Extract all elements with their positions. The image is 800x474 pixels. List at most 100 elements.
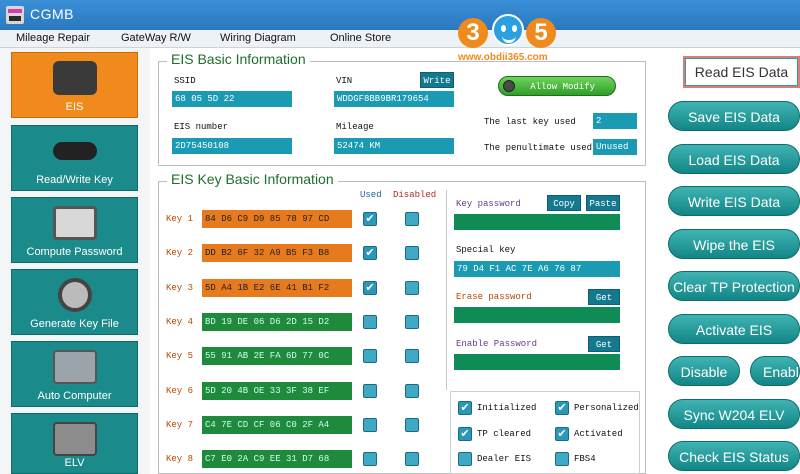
used-column-header: Used [360, 190, 382, 200]
menu-wiring-diagram[interactable]: Wiring Diagram [220, 32, 296, 44]
key-3-disabled-checkbox[interactable] [405, 281, 419, 295]
sidebar-item-label: ELV [64, 457, 85, 469]
eis-number-field[interactable]: 2D75450108 [172, 138, 292, 154]
key-5-disabled-checkbox[interactable] [405, 349, 419, 363]
flag-fbs4-checkbox[interactable] [555, 452, 569, 466]
sync-w204-elv-button[interactable]: Sync W204 ELV [668, 399, 800, 429]
key-1-label: Key 1 [166, 214, 194, 224]
special-key-label: Special key [456, 245, 516, 255]
group-title: EIS Basic Information [167, 51, 310, 67]
allow-modify-toggle[interactable]: Allow Modify [498, 76, 616, 96]
key-5-value-field[interactable]: 55 91 AB 2E FA 6D 77 0C [202, 347, 352, 365]
load-eis-data-button[interactable]: Load EIS Data [668, 144, 800, 174]
flag-tp-cleared-checkbox[interactable]: ✔ [458, 427, 472, 441]
flag-label: Activated [574, 429, 623, 439]
flag-activated-checkbox[interactable]: ✔ [555, 427, 569, 441]
key-3-used-checkbox[interactable]: ✔ [363, 281, 377, 295]
mileage-field[interactable]: 52474 KM [334, 138, 454, 154]
disable-button[interactable]: Disable [668, 356, 740, 386]
erase-password-field[interactable] [454, 307, 620, 323]
key-8-disabled-checkbox[interactable] [405, 452, 419, 466]
last-key-label: The last key used [484, 117, 576, 127]
menu-gateway-rw[interactable]: GateWay R/W [121, 32, 191, 44]
key-password-field[interactable] [454, 214, 620, 230]
key-password-label: Key password [456, 199, 521, 209]
steering-lock-icon [57, 278, 92, 312]
penultimate-key-label: The penultimate used [484, 143, 593, 153]
logo-digit-3: 3 [458, 18, 488, 48]
paste-button[interactable]: Paste [586, 195, 620, 211]
key-8-used-checkbox[interactable] [363, 452, 377, 466]
sidebar-item-generate-key-file[interactable]: Generate Key File [11, 269, 138, 335]
logo-watermark: 3 5 www.obdii365.com [458, 6, 558, 66]
sidebar-item-label: EIS [65, 101, 84, 113]
key-6-label: Key 6 [166, 386, 194, 396]
key-5-used-checkbox[interactable] [363, 349, 377, 363]
get-enable-password-button[interactable]: Get [588, 336, 620, 352]
menu-mileage-repair[interactable]: Mileage Repair [16, 32, 90, 44]
key-1-used-checkbox[interactable]: ✔ [363, 212, 377, 226]
wipe-eis-button[interactable]: Wipe the EIS [668, 229, 800, 259]
enable-button[interactable]: Enable [750, 356, 800, 386]
write-vin-button[interactable]: Write [420, 72, 454, 88]
penultimate-key-field[interactable]: Unused [593, 139, 637, 155]
key-7-value-field[interactable]: C4 7E CD CF 06 C0 2F A4 [202, 416, 352, 434]
flag-personalized-checkbox[interactable]: ✔ [555, 401, 569, 415]
special-key-field[interactable]: 79 D4 F1 AC 7E A6 76 87 [454, 261, 620, 277]
key-4-label: Key 4 [166, 317, 194, 327]
vin-label: VIN [336, 76, 353, 86]
activate-eis-button[interactable]: Activate EIS [668, 314, 800, 344]
ssid-field[interactable]: 68 05 5D 22 [172, 91, 292, 107]
get-erase-password-button[interactable]: Get [588, 289, 620, 305]
key-6-disabled-checkbox[interactable] [405, 384, 419, 398]
elv-module-icon [52, 422, 97, 456]
ssid-label: SSID [174, 76, 196, 86]
check-eis-status-button[interactable]: Check EIS Status [668, 441, 800, 471]
key-6-value-field[interactable]: 5D 20 4B OE 33 3F 38 EF [202, 382, 352, 400]
sidebar-item-label: Generate Key File [30, 318, 119, 330]
flag-label: TP cleared [477, 429, 532, 439]
menu-online-store[interactable]: Online Store [330, 32, 391, 44]
write-eis-data-button[interactable]: Write EIS Data [668, 186, 800, 216]
key-3-value-field[interactable]: 5D A4 1B E2 6E 41 B1 F2 [202, 279, 352, 297]
smiley-face-icon [492, 14, 524, 46]
sidebar-item-read-write-key[interactable]: Read/Write Key [11, 125, 138, 191]
key-3-label: Key 3 [166, 283, 194, 293]
key-2-disabled-checkbox[interactable] [405, 246, 419, 260]
key-4-disabled-checkbox[interactable] [405, 315, 419, 329]
sidebar-item-auto-computer[interactable]: Auto Computer [11, 341, 138, 407]
key-2-value-field[interactable]: DD B2 6F 32 A9 B5 F3 B8 [202, 244, 352, 262]
key-4-value-field[interactable]: BD 19 DE 06 D6 2D 15 D2 [202, 313, 352, 331]
flag-dealer-eis-checkbox[interactable] [458, 452, 472, 466]
flag-label: Personalized [574, 403, 639, 413]
key-5-label: Key 5 [166, 351, 194, 361]
key-2-label: Key 2 [166, 248, 194, 258]
key-8-value-field[interactable]: C7 E0 2A C9 EE 31 D7 68 [202, 450, 352, 468]
key-7-used-checkbox[interactable] [363, 418, 377, 432]
vin-field[interactable]: WDDGF8BB9BR179654 [334, 91, 454, 107]
menu-bar: Mileage Repair GateWay R/W Wiring Diagra… [0, 30, 800, 48]
eis-number-label: EIS number [174, 122, 229, 132]
ecu-icon [52, 350, 97, 384]
key-1-value-field[interactable]: 84 D6 C9 D9 85 78 97 CD [202, 210, 352, 228]
enable-password-label: Enable Password [456, 339, 538, 349]
enable-password-field[interactable] [454, 354, 620, 370]
sidebar-item-eis[interactable]: EIS [11, 52, 138, 118]
key-7-disabled-checkbox[interactable] [405, 418, 419, 432]
copy-button[interactable]: Copy [547, 195, 581, 211]
last-key-field[interactable]: 2 [593, 113, 637, 129]
read-eis-data-button[interactable]: Read EIS Data [683, 56, 800, 88]
key-2-used-checkbox[interactable]: ✔ [363, 246, 377, 260]
save-eis-data-button[interactable]: Save EIS Data [668, 101, 800, 131]
sidebar-item-compute-password[interactable]: Compute Password [11, 197, 138, 263]
flag-initialized-checkbox[interactable]: ✔ [458, 401, 472, 415]
mileage-label: Mileage [336, 122, 374, 132]
key-6-used-checkbox[interactable] [363, 384, 377, 398]
clear-tp-protection-button[interactable]: Clear TP Protection [668, 271, 800, 301]
allow-modify-label: Allow Modify [530, 82, 595, 92]
sidebar-item-label: Compute Password [26, 246, 123, 258]
sidebar-item-elv[interactable]: ELV [11, 413, 138, 474]
key-4-used-checkbox[interactable] [363, 315, 377, 329]
sidebar: EIS Read/Write Key Compute Password Gene… [0, 48, 150, 474]
key-1-disabled-checkbox[interactable] [405, 212, 419, 226]
